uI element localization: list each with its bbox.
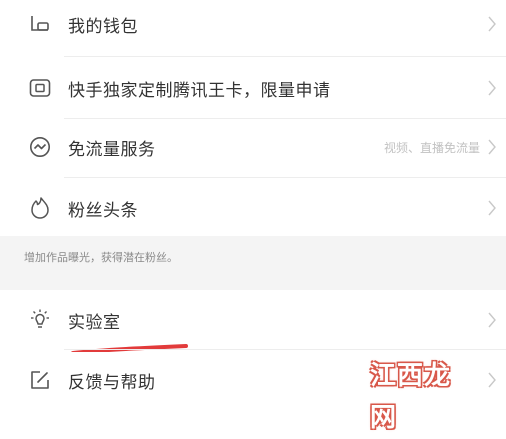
divider <box>64 56 506 57</box>
divider <box>64 177 506 178</box>
menu-item-label: 快手独家定制腾讯王卡，限量申请 <box>68 80 331 101</box>
menu-item-wallet[interactable]: 我的钱包 <box>0 0 506 52</box>
chevron-right-icon <box>488 80 496 96</box>
free-data-hint: 视频、直播免流量 <box>383 140 480 155</box>
chevron-right-icon <box>488 139 496 155</box>
flame-icon <box>28 196 52 220</box>
lightbulb-icon <box>28 308 52 332</box>
watermark-text: 江西龙网 <box>370 361 452 433</box>
fans-headline-description: 增加作品曝光，获得潜在粉丝。 <box>24 251 178 264</box>
menu-item-wangka[interactable]: 快手独家定制腾讯王卡，限量申请 <box>0 60 506 116</box>
divider <box>64 349 506 350</box>
chevron-right-icon <box>488 312 496 328</box>
edit-icon <box>28 368 52 392</box>
chevron-right-icon <box>488 16 496 32</box>
menu-item-label: 我的钱包 <box>68 16 138 37</box>
menu-item-label: 粉丝头条 <box>68 200 138 221</box>
menu-item-fans-headline[interactable]: 粉丝头条 <box>0 180 506 236</box>
site-watermark-logo: 江西龙网 <box>364 355 476 433</box>
menu-item-label: 反馈与帮助 <box>68 372 156 393</box>
chevron-right-icon <box>488 200 496 216</box>
chevron-right-icon <box>488 372 496 388</box>
sim-card-icon <box>28 76 52 100</box>
menu-item-label: 实验室 <box>68 312 121 333</box>
menu-item-free-data[interactable]: 免流量服务 视频、直播免流量 <box>0 119 506 175</box>
wallet-icon <box>28 12 52 36</box>
wave-circle-icon <box>28 135 52 159</box>
menu-item-label: 免流量服务 <box>68 139 156 160</box>
